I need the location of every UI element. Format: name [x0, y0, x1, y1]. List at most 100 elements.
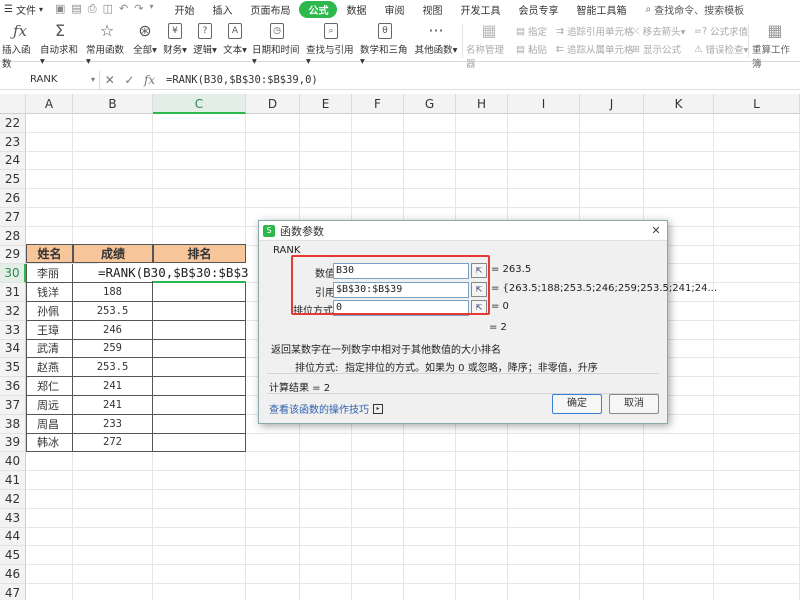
- row-header-46[interactable]: 46: [0, 565, 26, 584]
- row-header-42[interactable]: 42: [0, 490, 26, 509]
- row-header-47[interactable]: 47: [0, 584, 26, 600]
- rank-cell[interactable]: [153, 320, 246, 340]
- tab-insert[interactable]: 插入: [203, 1, 241, 18]
- rank-cell[interactable]: [153, 283, 246, 302]
- common-functions-button[interactable]: ☆ 常用函数▾: [86, 20, 128, 67]
- name-cell[interactable]: 赵燕: [26, 358, 73, 378]
- evaluate-formula-button[interactable]: =? 公式求值: [694, 24, 748, 39]
- row-header-35[interactable]: 35: [0, 358, 26, 378]
- close-icon[interactable]: ✕: [645, 221, 667, 241]
- name-cell[interactable]: 钱洋: [26, 283, 73, 302]
- name-cell[interactable]: 李丽: [26, 264, 73, 284]
- tab-member[interactable]: 会员专享: [509, 1, 567, 18]
- error-check-button[interactable]: ⚠ 错误检查▾: [694, 42, 748, 57]
- name-manager-button[interactable]: ▦ 名称管理器: [466, 20, 512, 70]
- score-cell[interactable]: 272: [73, 433, 153, 453]
- row-header-26[interactable]: 26: [0, 189, 26, 208]
- help-link[interactable]: 查看该函数的操作技巧 ▸: [269, 401, 383, 416]
- export-icon[interactable]: ▤: [71, 2, 81, 16]
- finance-button[interactable]: ¥ 财务▾: [162, 20, 188, 56]
- column-header-l[interactable]: L: [714, 94, 800, 114]
- trace-dependents-button[interactable]: ⇇ 追踪从属单元格: [556, 42, 633, 57]
- column-header-g[interactable]: G: [404, 94, 456, 114]
- function-icon[interactable]: fx: [144, 73, 155, 87]
- row-header-23[interactable]: 23: [0, 132, 26, 152]
- row-header-32[interactable]: 32: [0, 302, 26, 321]
- column-header-h[interactable]: H: [456, 94, 508, 114]
- row-header-24[interactable]: 24: [0, 151, 26, 171]
- score-cell[interactable]: 241: [73, 396, 153, 415]
- more-functions-button[interactable]: ··· 其他函数▾: [414, 20, 458, 56]
- score-cell[interactable]: 259: [73, 339, 153, 359]
- tab-page-layout[interactable]: 页面布局: [241, 1, 299, 18]
- all-functions-button[interactable]: ⊛ 全部▾: [132, 20, 158, 56]
- score-cell[interactable]: 241: [73, 377, 153, 396]
- redo-icon[interactable]: ↷: [134, 2, 143, 16]
- name-cell[interactable]: 王璋: [26, 320, 73, 340]
- logic-button[interactable]: ? 逻辑▾: [192, 20, 218, 56]
- rank-cell[interactable]: [153, 339, 246, 359]
- active-cell-editor[interactable]: =RANK(B30,$B$30:$B$3: [98, 263, 264, 281]
- tab-developer[interactable]: 开发工具: [451, 1, 509, 18]
- row-header-28[interactable]: 28: [0, 226, 26, 246]
- row-header-39[interactable]: 39: [0, 433, 26, 453]
- row-header-38[interactable]: 38: [0, 414, 26, 434]
- name-cell[interactable]: 周昌: [26, 414, 73, 434]
- score-cell[interactable]: 253.5: [73, 302, 153, 321]
- score-cell[interactable]: 188: [73, 283, 153, 302]
- name-cell[interactable]: 郑仁: [26, 377, 73, 396]
- header-score-cell[interactable]: 成绩: [73, 244, 153, 263]
- row-header-30[interactable]: 30: [0, 264, 26, 284]
- column-header-j[interactable]: J: [580, 94, 644, 114]
- preview-icon[interactable]: ◫: [103, 2, 113, 16]
- row-header-29[interactable]: 29: [0, 245, 26, 265]
- score-cell[interactable]: 246: [73, 320, 153, 340]
- row-header-36[interactable]: 36: [0, 377, 26, 396]
- cancel-button[interactable]: 取消: [609, 394, 659, 414]
- remove-arrows-button[interactable]: ⤫ 移去箭头▾: [632, 24, 685, 39]
- text-button[interactable]: A 文本▾: [222, 20, 248, 56]
- trace-precedents-button[interactable]: ⇉ 追踪引用单元格: [556, 24, 633, 39]
- tab-formulas[interactable]: 公式: [299, 0, 338, 18]
- row-header-34[interactable]: 34: [0, 339, 26, 359]
- date-time-button[interactable]: ◷ 日期和时间▾: [252, 20, 302, 67]
- row-header-33[interactable]: 33: [0, 320, 26, 340]
- tab-data[interactable]: 数据: [337, 1, 375, 18]
- rank-cell[interactable]: [153, 396, 246, 415]
- ok-button[interactable]: 确定: [552, 394, 602, 414]
- column-header-d[interactable]: D: [246, 94, 300, 114]
- name-cell[interactable]: 周远: [26, 396, 73, 415]
- row-header-31[interactable]: 31: [0, 283, 26, 302]
- command-search[interactable]: ⌕ 查找命令、搜索模板: [645, 2, 744, 17]
- confirm-icon[interactable]: ✓: [124, 73, 134, 87]
- save-icon[interactable]: ▣: [55, 2, 65, 16]
- rank-cell[interactable]: [153, 414, 246, 434]
- column-header-a[interactable]: A: [26, 94, 73, 114]
- row-header-43[interactable]: 43: [0, 508, 26, 528]
- rank-cell[interactable]: [153, 302, 246, 321]
- column-header-b[interactable]: B: [73, 94, 153, 114]
- name-cell[interactable]: 孙佩: [26, 302, 73, 321]
- print-icon[interactable]: ⎙: [88, 2, 97, 16]
- name-cell[interactable]: 韩冰: [26, 433, 73, 453]
- rank-cell[interactable]: [153, 433, 246, 453]
- header-rank-cell[interactable]: 排名: [153, 244, 246, 263]
- tab-view[interactable]: 视图: [413, 1, 451, 18]
- tab-toolbox[interactable]: 智能工具箱: [567, 1, 635, 18]
- tab-home[interactable]: 开始: [165, 1, 203, 18]
- insert-function-button[interactable]: ƒx 插入函数: [2, 20, 38, 70]
- column-header-c[interactable]: C: [153, 94, 246, 114]
- column-header-k[interactable]: K: [644, 94, 714, 114]
- cancel-icon[interactable]: ✕: [105, 73, 115, 87]
- specify-button[interactable]: ▤ 指定: [516, 24, 547, 39]
- chevron-down-icon[interactable]: ▾: [91, 75, 95, 84]
- row-header-40[interactable]: 40: [0, 452, 26, 472]
- row-header-37[interactable]: 37: [0, 396, 26, 415]
- column-header-e[interactable]: E: [300, 94, 352, 114]
- formula-input[interactable]: =RANK(B30,$B$30:$B$39,0): [160, 74, 318, 86]
- dialog-title-bar[interactable]: S 函数参数: [259, 221, 667, 241]
- row-header-45[interactable]: 45: [0, 546, 26, 566]
- show-formulas-button[interactable]: ⊞ 显示公式: [632, 42, 681, 57]
- math-button[interactable]: θ 数学和三角▾: [360, 20, 410, 67]
- header-name-cell[interactable]: 姓名: [26, 244, 73, 263]
